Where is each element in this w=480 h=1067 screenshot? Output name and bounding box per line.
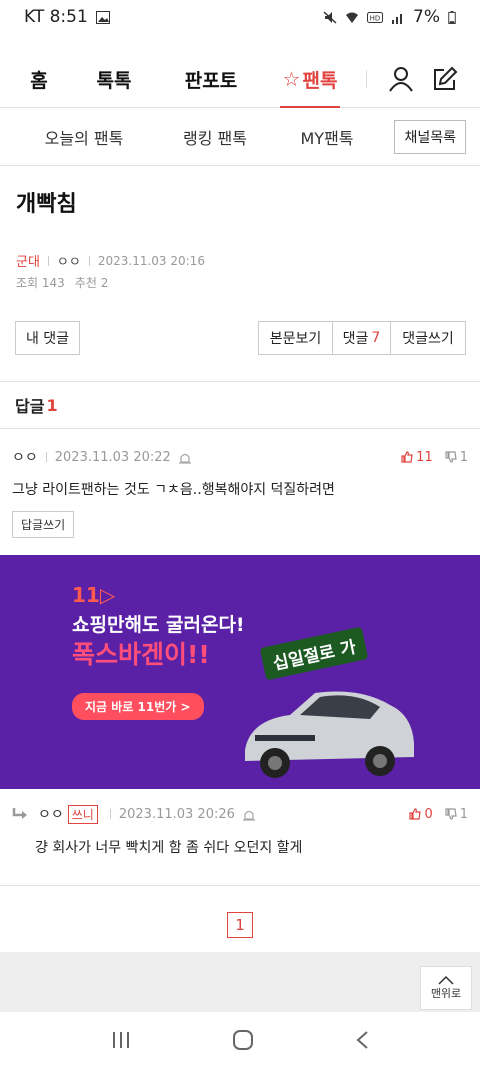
upvote-count: 11	[416, 449, 433, 465]
car-image: ✦	[245, 691, 414, 778]
my-comments-button[interactable]: 내 댓글	[15, 321, 80, 355]
comments-count: 7	[371, 330, 381, 346]
downvote-count: 1	[459, 806, 468, 822]
reply-arrow-icon	[12, 808, 27, 819]
comments-button[interactable]: 댓글 7	[333, 321, 391, 355]
comment-text: 걍 회사가 너무 빡치게 함 좀 쉬다 오던지 할게	[35, 840, 303, 856]
status-time: KT 8:51	[24, 7, 88, 27]
post-meta: 군대 ㅇㅇ 2023.11.03 20:16	[16, 251, 464, 271]
comment-date: 2023.11.03 20:26	[118, 806, 235, 822]
thumbs-down-icon	[445, 808, 457, 820]
tab-fantalk[interactable]: ☆ 팬톡	[266, 51, 354, 108]
comments-label: 댓글	[342, 331, 369, 347]
page-number-current[interactable]: 1	[227, 912, 253, 938]
user-icon[interactable]	[379, 57, 423, 101]
svg-text:HD: HD	[370, 14, 381, 22]
tab-home[interactable]: 홈	[6, 51, 72, 108]
mute-icon	[323, 10, 337, 24]
button-group: 본문보기 댓글 7 댓글쓰기	[258, 321, 466, 355]
replies-count: 1	[46, 395, 58, 415]
ad-logo-arrow-icon: ▷	[99, 583, 116, 607]
subnav-my[interactable]: MY팬톡	[274, 125, 380, 149]
hd-icon: HD	[367, 11, 384, 23]
ad-banner[interactable]: 11▷ 쇼핑만해도 굴러온다! 폭스바겐이!! 지금 바로 11번가 > 십일절…	[0, 555, 480, 789]
comment-votes: 11 1	[401, 450, 468, 465]
writer-badge: 쓰니	[67, 804, 98, 824]
subnav-today[interactable]: 오늘의 팬톡	[12, 125, 156, 149]
comment-meta: ㅇㅇ 쓰니 2023.11.03 20:26 0 1	[12, 803, 468, 825]
upvote-count: 0	[424, 806, 433, 822]
comment-votes: 0 1	[409, 807, 468, 822]
tab-fantalk-label: 팬톡	[302, 69, 338, 92]
ad-slogan: 십일절로 가	[259, 626, 369, 681]
comment-meta: ㅇㅇ 2023.11.03 20:22 11 1	[12, 429, 468, 485]
footer-band	[0, 952, 480, 1012]
home-icon[interactable]	[232, 1029, 254, 1051]
report-icon[interactable]	[178, 451, 191, 464]
status-bar: KT 8:51 HD 7%	[0, 0, 480, 34]
comment-date: 2023.11.03 20:22	[54, 449, 171, 465]
recent-apps-icon[interactable]	[111, 1031, 131, 1049]
header-gap	[0, 34, 480, 51]
post-author: ㅇㅇ	[56, 255, 81, 270]
comment-text: 그냥 라이트팬하는 것도 ㄱㅊ음..행복해야지 덕질하려면	[12, 482, 335, 498]
battery-icon	[448, 10, 456, 24]
upvote-button[interactable]: 0	[409, 806, 433, 822]
scroll-top-button[interactable]: 맨위로	[420, 966, 472, 1010]
back-icon[interactable]	[355, 1030, 369, 1050]
write-comment-button[interactable]: 댓글쓰기	[391, 321, 466, 355]
chevron-up-icon	[438, 975, 454, 985]
meta-divider	[47, 255, 49, 266]
reply-comment-item: ㅇㅇ 쓰니 2023.11.03 20:26 0 1 걍 회사가 너무 빡치게 …	[0, 803, 480, 857]
post-date: 2023.11.03 20:16	[97, 253, 205, 268]
tab-talk[interactable]: 톡톡	[72, 51, 156, 108]
post-views: 조회 143	[16, 276, 65, 290]
write-icon[interactable]	[423, 57, 467, 101]
ad-headline: 쇼핑만해도 굴러온다!	[72, 614, 245, 636]
thumbs-up-icon	[409, 808, 422, 820]
replies-label: 답글	[15, 397, 45, 416]
report-icon[interactable]	[242, 808, 255, 821]
thumbs-down-icon	[445, 451, 457, 463]
subnav-ranking[interactable]: 랭킹 팬톡	[156, 125, 274, 149]
downvote-button[interactable]: 1	[445, 450, 468, 465]
scroll-top-label: 맨위로	[430, 987, 462, 1000]
ad-subheadline: 폭스바겐이!!	[72, 640, 210, 669]
comment-item: ㅇㅇ 2023.11.03 20:22 11 1 그냥 라이트팬하는 것도 ㄱㅊ…	[0, 429, 480, 538]
post-title: 개빡침	[16, 192, 77, 217]
system-nav-bar	[0, 1012, 480, 1067]
reply-button[interactable]: 답글쓰기	[12, 511, 75, 538]
meta-divider	[88, 255, 90, 266]
gallery-icon	[95, 10, 110, 24]
comment-author: ㅇㅇ	[38, 807, 64, 823]
post-header: 개빡침 군대 ㅇㅇ 2023.11.03 20:16 조회 143 추천 2	[0, 166, 480, 291]
wifi-icon	[346, 12, 359, 23]
post-stats: 조회 143 추천 2	[16, 274, 464, 291]
ad-logo-text: 11	[72, 583, 100, 607]
comment-author: ㅇㅇ	[12, 450, 38, 466]
nav-divider	[366, 70, 367, 88]
view-post-button[interactable]: 본문보기	[258, 321, 333, 355]
ad-logo: 11▷	[72, 583, 115, 607]
tab-panphoto[interactable]: 판포토	[156, 51, 266, 108]
ad-cta-button[interactable]: 지금 바로 11번가 >	[72, 693, 204, 720]
battery-text: 7%	[413, 7, 440, 27]
meta-divider	[45, 452, 47, 462]
upvote-button[interactable]: 11	[401, 450, 433, 465]
post-recommends: 추천 2	[74, 276, 109, 290]
meta-divider	[109, 809, 111, 819]
action-buttons: 내 댓글 본문보기 댓글 7 댓글쓰기	[0, 321, 480, 355]
downvote-button[interactable]: 1	[445, 807, 468, 822]
post-category[interactable]: 군대	[16, 251, 40, 270]
replies-heading: 답글 1	[0, 382, 480, 429]
star-icon: ☆	[282, 67, 301, 91]
downvote-count: 1	[459, 449, 468, 465]
channel-list-button[interactable]: 채널목록	[394, 119, 466, 154]
thumbs-up-icon	[401, 451, 413, 463]
sub-nav: 오늘의 팬톡 랭킹 팬톡 MY팬톡 채널목록	[0, 108, 480, 166]
main-nav: 홈 톡톡 판포토 ☆ 팬톡	[0, 51, 480, 108]
signal-icon	[392, 13, 403, 24]
